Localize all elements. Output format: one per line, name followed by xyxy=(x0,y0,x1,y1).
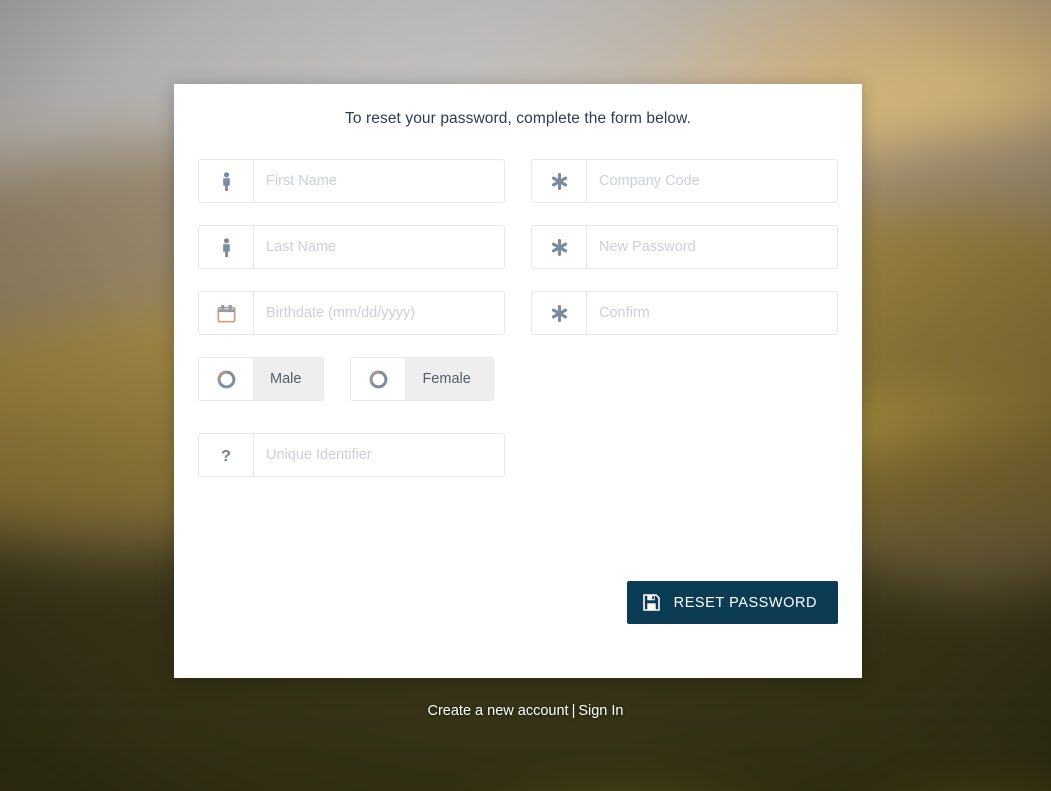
svg-text:?: ? xyxy=(221,448,231,465)
form-field-unique-identifier: ? xyxy=(198,433,505,477)
gender-label-female[interactable]: Female xyxy=(405,357,494,401)
input-group-confirm-password xyxy=(531,291,838,335)
form-row: ? xyxy=(198,433,838,477)
input-group-first-name xyxy=(198,159,505,203)
gender-label-male[interactable]: Male xyxy=(253,357,325,401)
company-code-input[interactable] xyxy=(586,159,838,203)
asterisk-icon xyxy=(531,291,586,335)
footer-separator: | xyxy=(571,703,576,719)
reset-password-button-label: RESET PASSWORD xyxy=(673,594,817,611)
gender-radio-group: Male Female xyxy=(198,357,505,401)
form-field-new-password xyxy=(531,225,838,269)
input-group-birthdate xyxy=(198,291,505,335)
form-field-last-name xyxy=(198,225,505,269)
input-group-new-password xyxy=(531,225,838,269)
form-field-company-code xyxy=(531,159,838,203)
birthdate-input[interactable] xyxy=(253,291,505,335)
form-row: Male Female xyxy=(198,357,838,401)
gender-option-male[interactable]: Male xyxy=(198,357,325,401)
form-row xyxy=(198,225,838,269)
form-field-birthdate xyxy=(198,291,505,335)
submit-button-row: RESET PASSWORD xyxy=(626,581,838,624)
sign-in-link[interactable]: Sign In xyxy=(578,703,623,719)
create-account-link[interactable]: Create a new account xyxy=(428,703,569,719)
page-title: To reset your password, complete the for… xyxy=(345,110,691,127)
reset-password-button[interactable]: RESET PASSWORD xyxy=(626,581,838,624)
first-name-input[interactable] xyxy=(253,159,505,203)
calendar-icon xyxy=(198,291,253,335)
input-group-unique-identifier: ? xyxy=(198,433,505,477)
form-field-confirm-password xyxy=(531,291,838,335)
form-field-first-name xyxy=(198,159,505,203)
person-icon xyxy=(198,225,253,269)
asterisk-icon xyxy=(531,225,586,269)
form-row xyxy=(198,159,838,203)
reset-password-form: Male Female xyxy=(198,159,838,499)
form-row xyxy=(198,291,838,335)
unique-identifier-input[interactable] xyxy=(253,433,505,477)
save-floppy-icon xyxy=(642,594,660,611)
confirm-password-input[interactable] xyxy=(586,291,838,335)
reset-password-card: To reset your password, complete the for… xyxy=(174,84,862,678)
asterisk-icon xyxy=(531,159,586,203)
question-icon: ? xyxy=(198,433,253,477)
radio-button-female[interactable] xyxy=(350,357,406,401)
gender-option-female[interactable]: Female xyxy=(350,357,494,401)
footer-links: Create a new account | Sign In xyxy=(0,703,1051,719)
radio-button-male[interactable] xyxy=(198,357,253,401)
input-group-last-name xyxy=(198,225,505,269)
new-password-input[interactable] xyxy=(586,225,838,269)
input-group-company-code xyxy=(531,159,838,203)
last-name-input[interactable] xyxy=(253,225,505,269)
form-field-gender: Male Female xyxy=(198,357,505,401)
person-icon xyxy=(198,159,253,203)
